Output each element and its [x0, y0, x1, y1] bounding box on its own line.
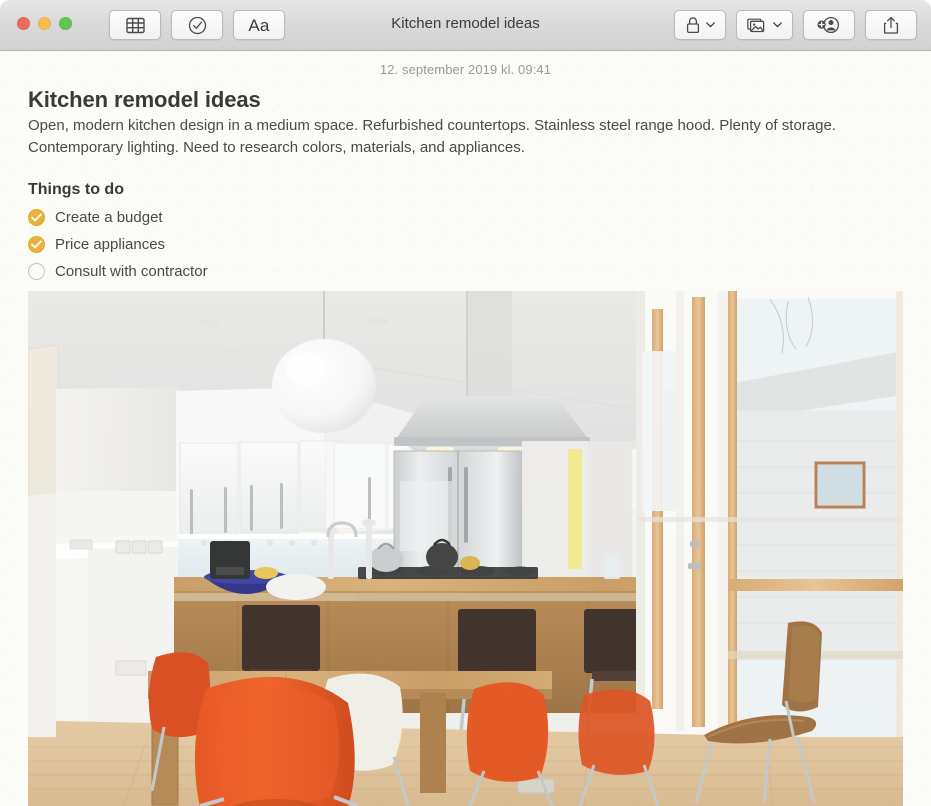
chevron-down-icon [773, 22, 782, 28]
table-icon [125, 17, 145, 34]
media-icon [747, 17, 767, 34]
checklist-icon [188, 16, 207, 35]
note-date: 12. september 2019 kl. 09:41 [379, 62, 552, 77]
window-titlebar: Aa Kitchen remodel ideas [0, 0, 931, 51]
list-item[interactable]: Create a budget [28, 204, 903, 231]
lock-button[interactable] [674, 10, 726, 40]
todo-label: Create a budget [55, 208, 163, 226]
close-button[interactable] [17, 17, 30, 30]
section-title-things-to-do: Things to do [28, 180, 124, 198]
lock-icon [686, 16, 700, 34]
traffic-lights [17, 17, 72, 30]
share-icon [883, 16, 899, 35]
todo-list: Create a budget Price appliances Consult… [28, 204, 903, 285]
note-title: Kitchen remodel ideas [28, 87, 261, 112]
note-paragraph: Open, modern kitchen design in a medium … [28, 117, 836, 156]
zoom-button[interactable] [59, 17, 72, 30]
toolbar-left-group: Aa [109, 10, 285, 40]
format-icon-label: Aa [248, 15, 270, 35]
kitchen-photo[interactable] [28, 291, 903, 806]
add-people-icon [817, 16, 841, 34]
note-content: Kitchen remodel ideas Open, modern kitch… [0, 87, 931, 285]
list-item[interactable]: Consult with contractor [28, 258, 903, 285]
notes-window: Aa Kitchen remodel ideas 12. september 2… [0, 0, 931, 806]
checkbox-checked-icon[interactable] [28, 235, 45, 253]
checkbox-checked-icon[interactable] [28, 208, 45, 226]
media-button[interactable] [736, 10, 793, 40]
minimize-button[interactable] [38, 17, 51, 30]
table-button[interactable] [109, 10, 161, 40]
toolbar-right-group [674, 10, 917, 40]
chevron-down-icon [705, 22, 715, 28]
todo-label: Price appliances [55, 235, 166, 253]
add-people-button[interactable] [803, 10, 855, 40]
note-body[interactable]: 12. september 2019 kl. 09:41 Kitchen rem… [0, 51, 931, 806]
todo-label: Consult with contractor [55, 262, 208, 280]
checkbox-empty-icon[interactable] [28, 262, 45, 280]
checklist-button[interactable] [171, 10, 223, 40]
share-button[interactable] [865, 10, 917, 40]
format-button[interactable]: Aa [233, 10, 285, 40]
list-item[interactable]: Price appliances [28, 231, 903, 258]
